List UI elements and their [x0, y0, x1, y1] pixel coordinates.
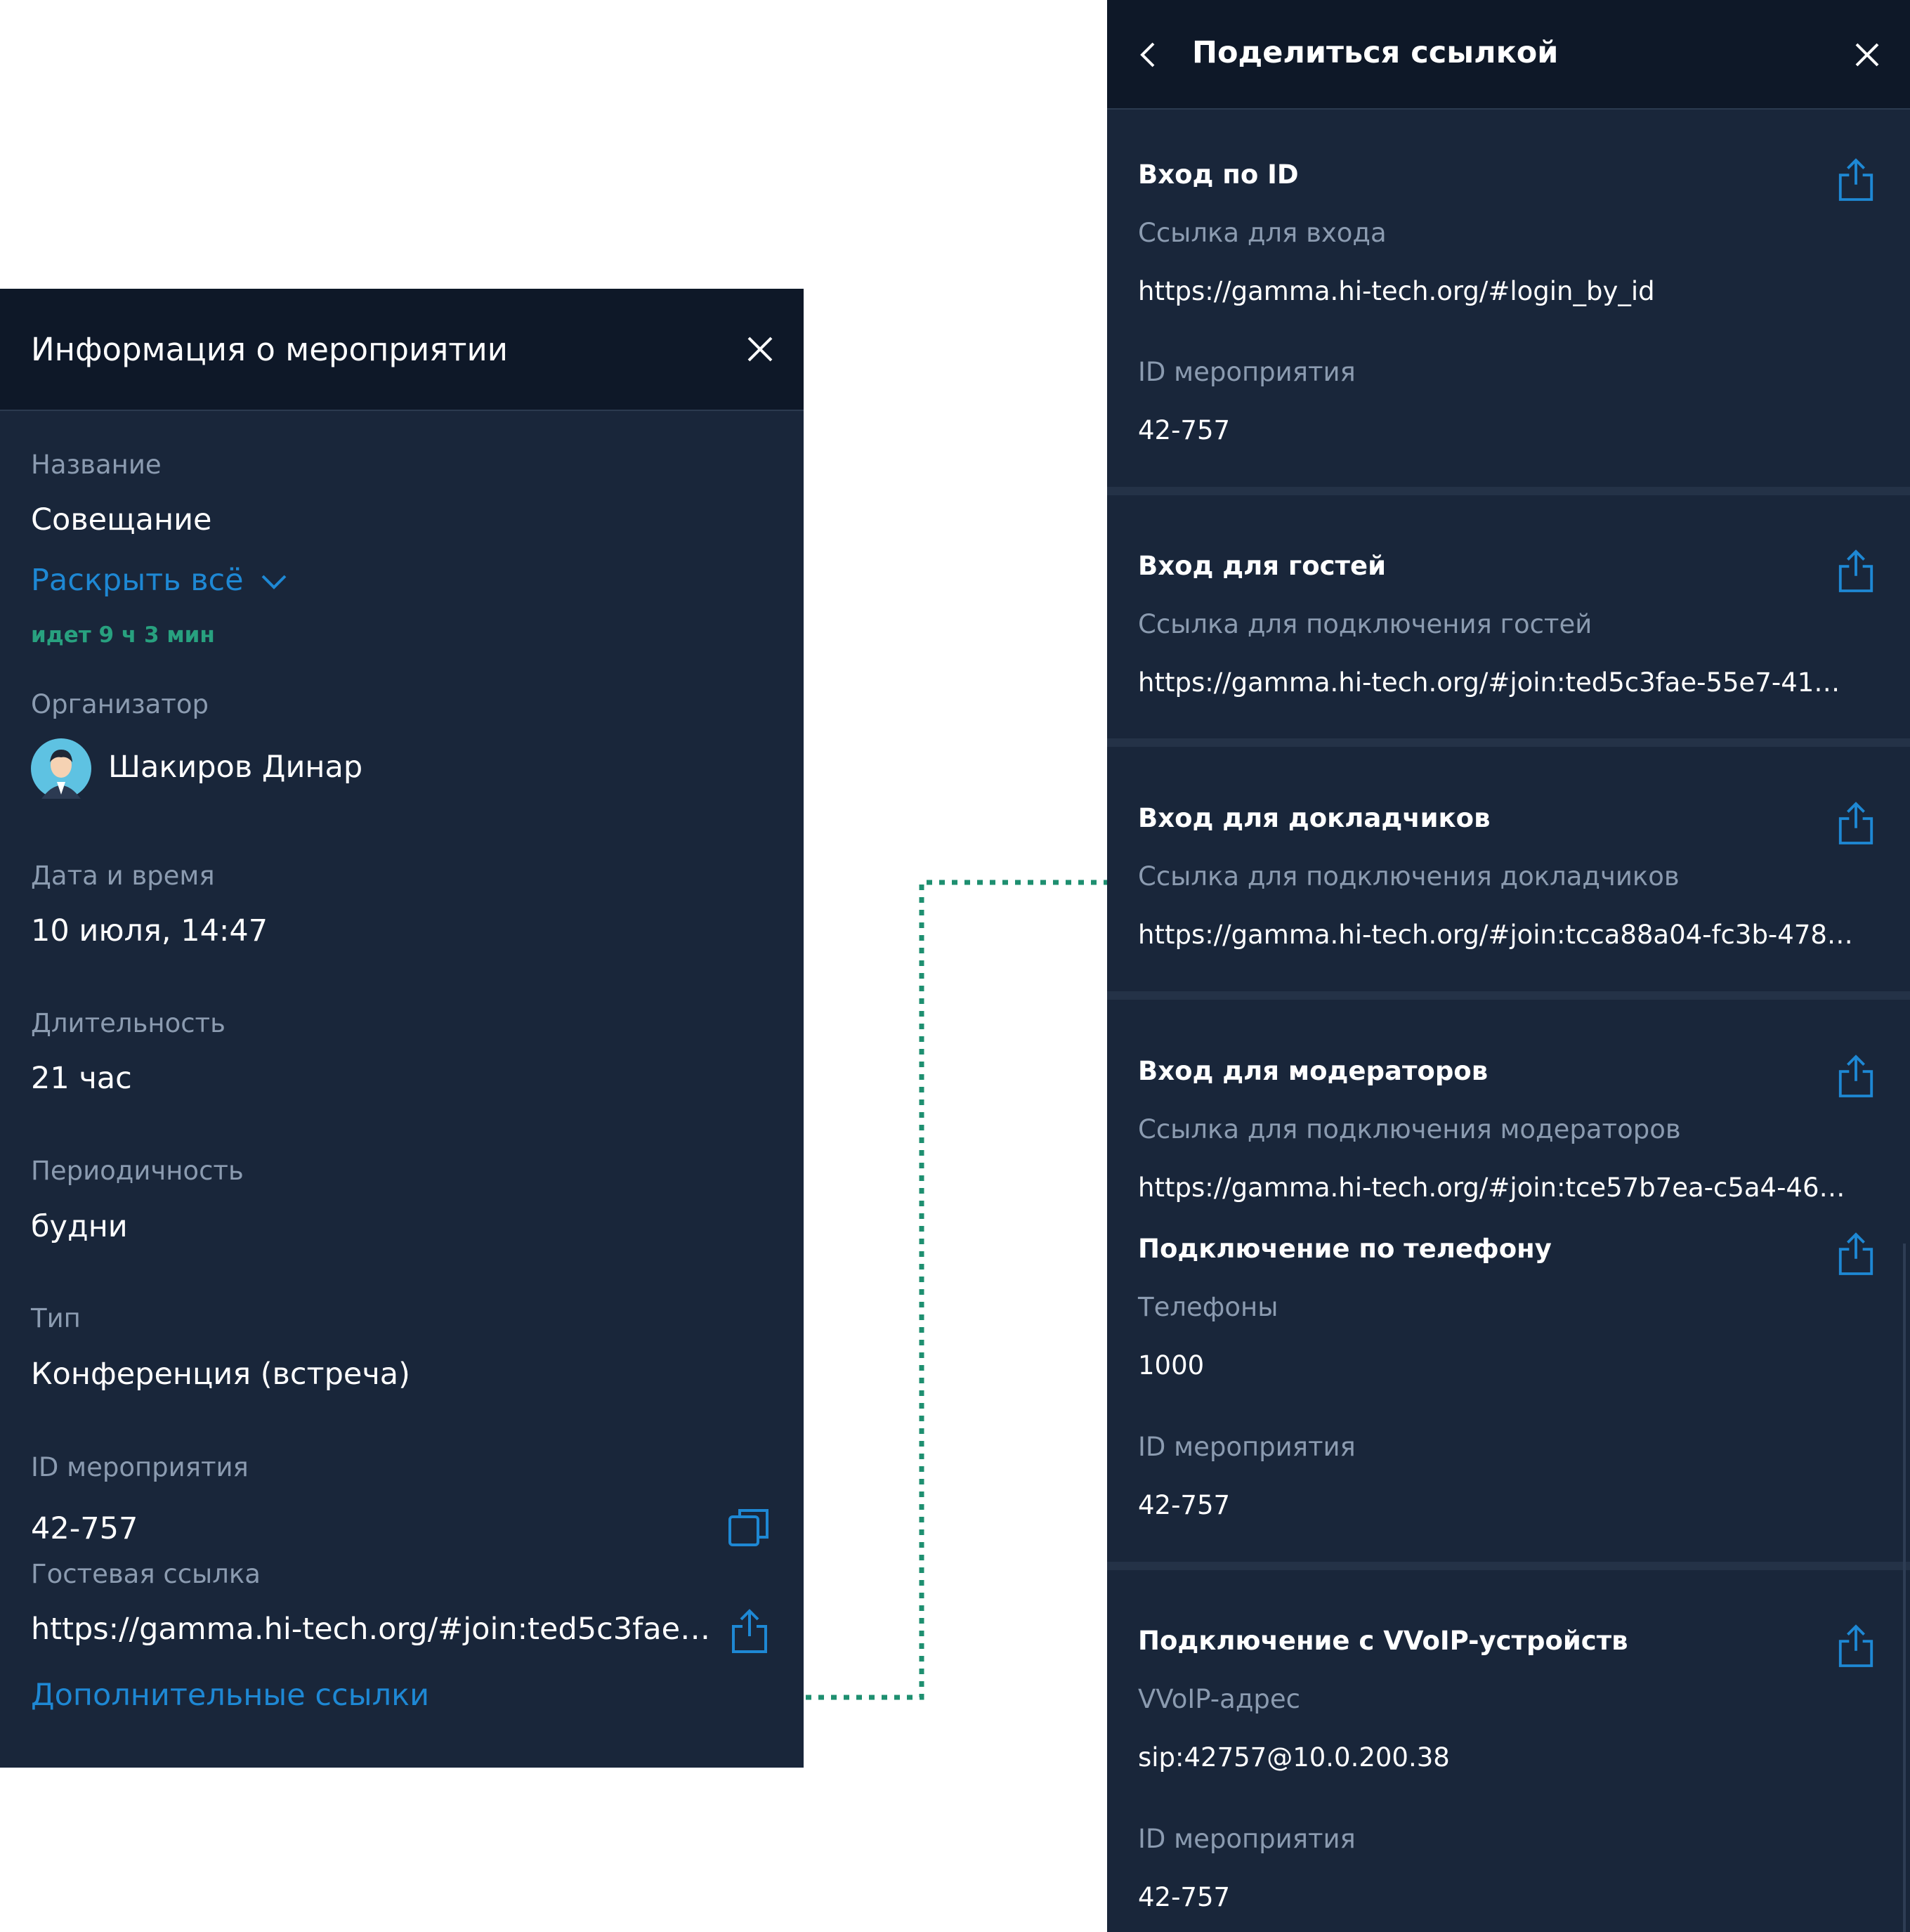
avatar[interactable]: [31, 738, 91, 799]
share-icon[interactable]: [1836, 549, 1876, 594]
section-link[interactable]: https://gamma.hi-tech.org/#join:ted5c3fa…: [1138, 667, 1855, 698]
section-title: Подключение по телефону: [1138, 1234, 1552, 1264]
share-icon[interactable]: [729, 1608, 770, 1654]
section-title: Вход для модераторов: [1138, 1056, 1489, 1086]
periodicity-value: будни: [31, 1209, 128, 1244]
section-divider: [1107, 738, 1910, 747]
section-value: 1000: [1138, 1350, 1205, 1381]
section-label: ID мероприятия: [1138, 357, 1356, 387]
more-links-link[interactable]: Дополнительные ссылки: [31, 1678, 429, 1713]
share-icon[interactable]: [1836, 1232, 1876, 1277]
expand-all-label: Раскрыть всё: [31, 563, 244, 598]
share-icon[interactable]: [1836, 1054, 1876, 1099]
section-label: ID мероприятия: [1138, 1824, 1356, 1854]
section-title: Вход для гостей: [1138, 551, 1387, 581]
share-link-panel: Поделиться ссылкой Вход по ID Ссылка для…: [1107, 0, 1910, 1932]
section-label: ID мероприятия: [1138, 1432, 1356, 1462]
organizer-label: Организатор: [31, 689, 209, 719]
section-value[interactable]: sip:42757@10.0.200.38: [1138, 1742, 1450, 1773]
datetime-value: 10 июля, 14:47: [31, 913, 268, 948]
section-label: Ссылка для подключения модераторов: [1138, 1114, 1681, 1144]
duration-value: 21 час: [31, 1061, 132, 1096]
chevron-down-icon: [261, 575, 287, 589]
type-value: Конференция (встреча): [31, 1357, 410, 1392]
section-label: VVoIP-адрес: [1138, 1684, 1300, 1714]
share-link-header: Поделиться ссылкой: [1107, 0, 1910, 110]
datetime-label: Дата и время: [31, 861, 215, 891]
section-link[interactable]: https://gamma.hi-tech.org/#login_by_id: [1138, 276, 1655, 306]
duration-label: Длительность: [31, 1008, 225, 1038]
section-label: Ссылка для подключения докладчиков: [1138, 861, 1680, 892]
section-label: Ссылка для подключения гостей: [1138, 609, 1592, 639]
periodicity-label: Периодичность: [31, 1156, 244, 1186]
section-value: 42-757: [1138, 415, 1231, 445]
name-label: Название: [31, 450, 162, 480]
back-arrow-icon[interactable]: [1138, 41, 1158, 69]
event-id-label: ID мероприятия: [31, 1452, 249, 1482]
guest-link-label: Гостевая ссылка: [31, 1559, 261, 1589]
share-icon[interactable]: [1836, 801, 1876, 846]
section-title: Подключение с VVoIP-устройств: [1138, 1626, 1628, 1656]
guest-link-value[interactable]: https://gamma.hi-tech.org/#join:ted5c3fa…: [31, 1612, 712, 1647]
panel-title: Информация о мероприятии: [31, 331, 508, 368]
section-label: Ссылка для входа: [1138, 218, 1387, 248]
type-label: Тип: [31, 1303, 81, 1333]
section-link[interactable]: https://gamma.hi-tech.org/#join:tce57b7e…: [1138, 1173, 1855, 1203]
name-value: Совещание: [31, 502, 212, 537]
expand-all-link[interactable]: Раскрыть всё: [31, 563, 288, 598]
section-label: Телефоны: [1138, 1292, 1278, 1322]
share-icon[interactable]: [1836, 157, 1876, 202]
section-divider: [1107, 487, 1910, 495]
status-text: идет 9 ч 3 мин: [31, 622, 215, 648]
share-icon[interactable]: [1836, 1624, 1876, 1669]
section-divider: [1107, 991, 1910, 1000]
organizer-name: Шакиров Динар: [108, 750, 363, 785]
section-link[interactable]: https://gamma.hi-tech.org/#join:tcca88a0…: [1138, 920, 1855, 950]
section-value: 42-757: [1138, 1490, 1231, 1520]
section-divider: [1107, 1562, 1910, 1570]
close-icon[interactable]: [1855, 42, 1880, 67]
section-title: Вход для докладчиков: [1138, 803, 1491, 833]
event-info-header: Информация о мероприятии: [0, 289, 804, 411]
section-title: Вход по ID: [1138, 159, 1299, 190]
scrollbar[interactable]: [1903, 1244, 1906, 1932]
section-value: 42-757: [1138, 1882, 1231, 1912]
panel-title: Поделиться ссылкой: [1192, 35, 1559, 70]
close-icon[interactable]: [746, 335, 774, 363]
event-info-panel: Информация о мероприятии Название Совеща…: [0, 289, 804, 1768]
event-id-value: 42-757: [31, 1511, 138, 1546]
copy-icon[interactable]: [728, 1506, 770, 1548]
